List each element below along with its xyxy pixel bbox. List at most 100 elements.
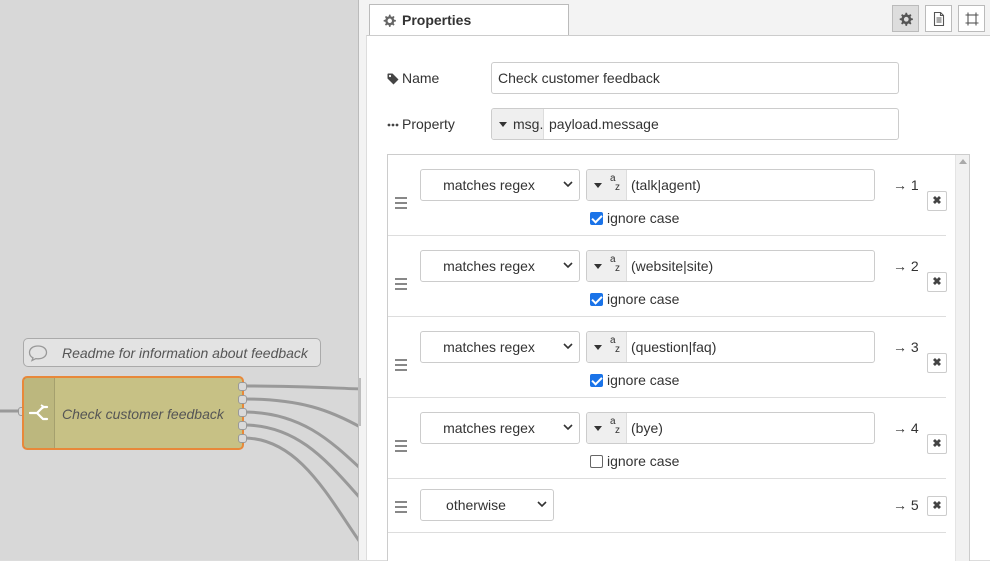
ignore-case-label: ignore case	[607, 291, 680, 307]
rule-value-input[interactable]: a z (talk|agent)	[586, 169, 875, 201]
rule-value-input[interactable]: a z (question|faq)	[586, 331, 875, 363]
rule-value: (question|faq)	[631, 339, 717, 355]
close-icon: ✖	[932, 438, 942, 450]
chevron-down-icon	[563, 262, 573, 269]
string-type-button[interactable]: a z	[587, 170, 627, 200]
drag-handle-icon[interactable]	[395, 278, 407, 293]
checkbox-unchecked-icon[interactable]	[590, 455, 603, 468]
rule-row: matches regex a z (website|site) ignore …	[388, 236, 947, 317]
chevron-down-icon	[537, 501, 547, 508]
switch-output-port-5[interactable]	[238, 434, 247, 443]
node-properties-button[interactable]	[892, 5, 919, 32]
rule-output-label: → 4	[893, 420, 919, 436]
switch-node[interactable]: Check customer feedback	[22, 376, 244, 450]
chevron-down-icon	[563, 424, 573, 431]
rule-output-label: → 5	[893, 497, 919, 513]
rule-value: (talk|agent)	[631, 177, 701, 193]
wire-out-1	[243, 384, 362, 391]
chevron-down-icon	[499, 122, 507, 127]
delete-rule-button[interactable]: ✖	[927, 353, 947, 373]
operator-select[interactable]: matches regex	[420, 412, 580, 444]
rule-row: matches regex a z (bye) ignore case → 4 …	[388, 398, 947, 479]
string-type-icon-z: z	[615, 263, 620, 274]
operator-select[interactable]: otherwise	[420, 489, 554, 521]
operator-select[interactable]: matches regex	[420, 331, 580, 363]
chevron-down-icon	[594, 183, 602, 188]
property-label: Property	[387, 116, 455, 132]
string-type-button[interactable]: a z	[587, 332, 627, 362]
gear-icon	[383, 14, 396, 27]
node-description-button[interactable]	[925, 5, 952, 32]
string-type-icon-z: z	[615, 182, 620, 193]
chevron-down-icon	[594, 426, 602, 431]
chevron-down-icon	[563, 181, 573, 188]
rule-row: matches regex a z (talk|agent) ignore ca…	[388, 155, 947, 236]
rule-row: otherwise → 5 ✖	[388, 479, 947, 533]
name-label-text: Name	[402, 70, 440, 86]
close-icon: ✖	[932, 357, 942, 369]
delete-rule-button[interactable]: ✖	[927, 496, 947, 516]
panel-resize-handle[interactable]	[358, 378, 361, 426]
chevron-down-icon	[594, 345, 602, 350]
rule-row: matches regex a z (question|faq) ignore …	[388, 317, 947, 398]
ignore-case-checkbox[interactable]: ignore case	[590, 453, 679, 469]
checkbox-checked-icon[interactable]	[590, 293, 603, 306]
delete-rule-button[interactable]: ✖	[927, 272, 947, 292]
ignore-case-checkbox[interactable]: ignore case	[590, 210, 679, 226]
close-icon: ✖	[932, 276, 942, 288]
comment-node-label: Readme for information about feedback	[62, 345, 308, 361]
property-type-button[interactable]: msg.	[492, 109, 544, 139]
operator-select-value: otherwise	[446, 497, 506, 513]
ignore-case-checkbox[interactable]: ignore case	[590, 372, 679, 388]
switch-icon	[29, 404, 49, 421]
drag-handle-icon[interactable]	[395, 440, 407, 455]
switch-output-port-1[interactable]	[238, 382, 247, 391]
operator-select[interactable]: matches regex	[420, 169, 580, 201]
checkbox-checked-icon[interactable]	[590, 212, 603, 225]
wires	[0, 384, 362, 546]
string-type-button[interactable]: a z	[587, 413, 627, 443]
scroll-up-icon[interactable]	[959, 159, 967, 164]
frame-icon	[965, 12, 979, 26]
switch-output-port-4[interactable]	[238, 421, 247, 430]
rule-value-input[interactable]: a z (website|site)	[586, 250, 875, 282]
ellipsis-icon	[387, 123, 399, 127]
node-appearance-button[interactable]	[958, 5, 985, 32]
switch-output-port-3[interactable]	[238, 408, 247, 417]
operator-select-value: matches regex	[443, 339, 535, 355]
name-input[interactable]	[491, 62, 899, 94]
string-type-button[interactable]: a z	[587, 251, 627, 281]
comment-icon	[28, 345, 48, 362]
delete-rule-button[interactable]: ✖	[927, 434, 947, 454]
gear-icon	[899, 12, 913, 26]
rule-value: (website|site)	[631, 258, 714, 274]
drag-handle-icon[interactable]	[395, 359, 407, 374]
drag-handle-icon[interactable]	[395, 197, 407, 212]
ignore-case-label: ignore case	[607, 210, 680, 226]
ignore-case-checkbox[interactable]: ignore case	[590, 291, 679, 307]
operator-select[interactable]: matches regex	[420, 250, 580, 282]
checkbox-checked-icon[interactable]	[590, 374, 603, 387]
rule-value-input[interactable]: a z (bye)	[586, 412, 875, 444]
close-icon: ✖	[932, 500, 942, 512]
tab-properties[interactable]: Properties	[369, 4, 569, 36]
delete-rule-button[interactable]: ✖	[927, 191, 947, 211]
operator-select-value: matches regex	[443, 420, 535, 436]
ignore-case-label: ignore case	[607, 453, 680, 469]
chevron-down-icon	[563, 343, 573, 350]
rule-value: (bye)	[631, 420, 663, 436]
properties-panel: Properties Name Pr	[358, 0, 990, 561]
rules-list[interactable]: matches regex a z (talk|agent) ignore ca…	[387, 154, 970, 561]
drag-handle-icon[interactable]	[395, 501, 407, 516]
property-input[interactable]: msg. payload.message	[491, 108, 899, 140]
rules-scrollbar[interactable]	[955, 155, 969, 561]
flow-canvas[interactable]: Readme for information about feedback Ch…	[0, 0, 362, 560]
switch-output-port-2[interactable]	[238, 395, 247, 404]
ignore-case-label: ignore case	[607, 372, 680, 388]
rule-output-label: → 1	[893, 177, 919, 193]
operator-select-value: matches regex	[443, 177, 535, 193]
string-type-icon-z: z	[615, 425, 620, 436]
comment-node[interactable]: Readme for information about feedback	[23, 338, 321, 367]
properties-body: Name Property msg. payload.message match…	[366, 35, 990, 561]
string-type-icon-z: z	[615, 344, 620, 355]
